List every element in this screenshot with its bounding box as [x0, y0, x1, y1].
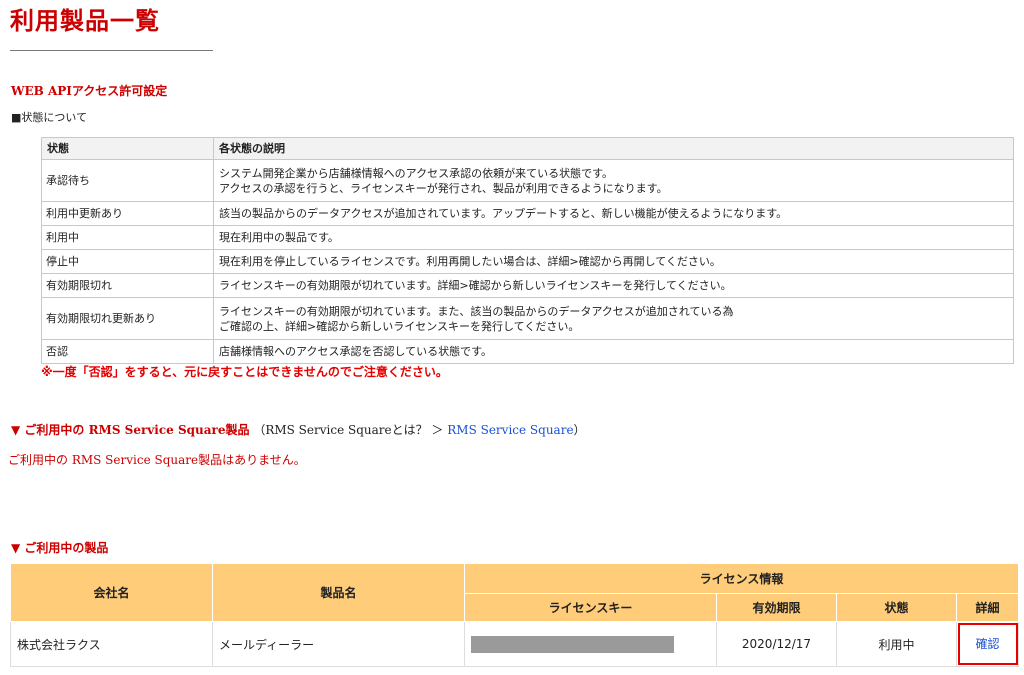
table-row: 利用中 現在利用中の製品です。: [41, 225, 1014, 250]
page-title: 利用製品一覧: [10, 7, 160, 35]
title-divider: [10, 50, 213, 51]
products-header-row: 会社名 製品名 ライセンス情報: [10, 563, 1020, 622]
state-cell: 承認待ち: [41, 159, 214, 202]
license-key-column-header: ライセンスキー: [464, 593, 717, 622]
description-line: ご確認の上、詳細>確認から新しいライセンスキーを発行してください。: [219, 319, 580, 333]
description-column-header: 各状態の説明: [213, 137, 1014, 160]
state-about-label: ■状態について: [11, 111, 88, 124]
expiry-column-header: 有効期限: [716, 593, 837, 622]
table-row: 有効期限切れ更新あり ライセンスキーの有効期限が切れています。また、該当の製品か…: [41, 297, 1014, 340]
description-line: ライセンスキーの有効期限が切れています。また、該当の製品からのデータアクセスが追…: [219, 304, 734, 318]
rms-service-square-link[interactable]: RMS Service Square: [447, 423, 573, 437]
description-cell: システム開発企業から店舗様情報へのアクセス承認の依頼が来ている状態です。 アクセス…: [213, 159, 1014, 202]
detail-cell: 確認: [955, 621, 1020, 667]
state-cell: 有効期限切れ: [41, 273, 214, 298]
license-key-cell: [464, 621, 717, 667]
rms-products-heading-line: ▼ ご利用中の RMS Service Square製品 （RMS Servic…: [11, 421, 586, 438]
state-cell: 否認: [41, 339, 214, 364]
api-permission-heading: WEB APIアクセス許可設定: [11, 84, 168, 98]
expiry-cell: 2020/12/17: [716, 621, 837, 667]
table-row: 停止中 現在利用を停止しているライセンスです。利用再開したい場合は、詳細>確認か…: [41, 249, 1014, 274]
status-cell: 利用中: [836, 621, 957, 667]
rms-products-heading: ▼ ご利用中の RMS Service Square製品: [11, 423, 250, 437]
description-cell: 現在利用を停止しているライセンスです。利用再開したい場合は、詳細>確認から再開し…: [213, 249, 1014, 274]
state-cell: 有効期限切れ更新あり: [41, 297, 214, 340]
description-line: アクセスの承認を行うと、ライセンスキーが発行され、製品が利用できるようになります…: [219, 181, 668, 195]
detail-confirm-link[interactable]: 確認: [957, 623, 1018, 665]
product-cell: メールディーラー: [212, 621, 465, 667]
rms-about-prefix: （RMS Service Squareとは？ ＞: [253, 423, 448, 437]
description-cell: ライセンスキーの有効期限が切れています。詳細>確認から新しいライセンスキーを発行…: [213, 273, 1014, 298]
table-row: 株式会社ラクス メールディーラー 2020/12/17 利用中 確認: [10, 621, 1020, 667]
company-column-header: 会社名: [10, 563, 213, 622]
deny-warning-note: ※一度「否認」をすると、元に戻すことはできませんのでご注意ください。: [41, 365, 448, 379]
product-column-header: 製品名: [212, 563, 465, 622]
description-cell: 該当の製品からのデータアクセスが追加されています。アップデートすると、新しい機能…: [213, 201, 1014, 226]
state-column-header: 状態: [41, 137, 214, 160]
description-cell: ライセンスキーの有効期限が切れています。また、該当の製品からのデータアクセスが追…: [213, 297, 1014, 340]
status-column-header: 状態: [836, 593, 957, 622]
table-row: 承認待ち システム開発企業から店舗様情報へのアクセス承認の依頼が来ている状態です…: [41, 159, 1014, 202]
state-table-header-row: 状態 各状態の説明: [41, 137, 1014, 160]
description-cell: 現在利用中の製品です。: [213, 225, 1014, 250]
rms-about-suffix: ）: [573, 423, 586, 437]
description-cell: 店舗様情報へのアクセス承認を否認している状態です。: [213, 339, 1014, 364]
products-heading: ▼ ご利用中の製品: [11, 541, 109, 555]
state-description-table: 状態 各状態の説明 承認待ち システム開発企業から店舗様情報へのアクセス承認の依…: [41, 137, 1014, 364]
state-cell: 停止中: [41, 249, 214, 274]
table-row: 有効期限切れ ライセンスキーの有効期限が切れています。詳細>確認から新しいライセ…: [41, 273, 1014, 298]
license-info-group-header: ライセンス情報: [463, 563, 1020, 594]
table-row: 否認 店舗様情報へのアクセス承認を否認している状態です。: [41, 339, 1014, 364]
products-table: 会社名 製品名 ライセンス情報 ライセンスキー 有効期限 状態 詳細 株式会社ラ…: [10, 563, 1020, 667]
state-cell: 利用中: [41, 225, 214, 250]
detail-column-header: 詳細: [955, 593, 1020, 622]
license-key-redacted: [471, 635, 674, 653]
description-line: システム開発企業から店舗様情報へのアクセス承認の依頼が来ている状態です。: [219, 166, 614, 180]
table-row: 利用中更新あり 該当の製品からのデータアクセスが追加されています。アップデートす…: [41, 201, 1014, 226]
state-cell: 利用中更新あり: [41, 201, 214, 226]
rms-empty-message: ご利用中の RMS Service Square製品はありません。: [8, 453, 306, 467]
company-cell: 株式会社ラクス: [10, 621, 213, 667]
